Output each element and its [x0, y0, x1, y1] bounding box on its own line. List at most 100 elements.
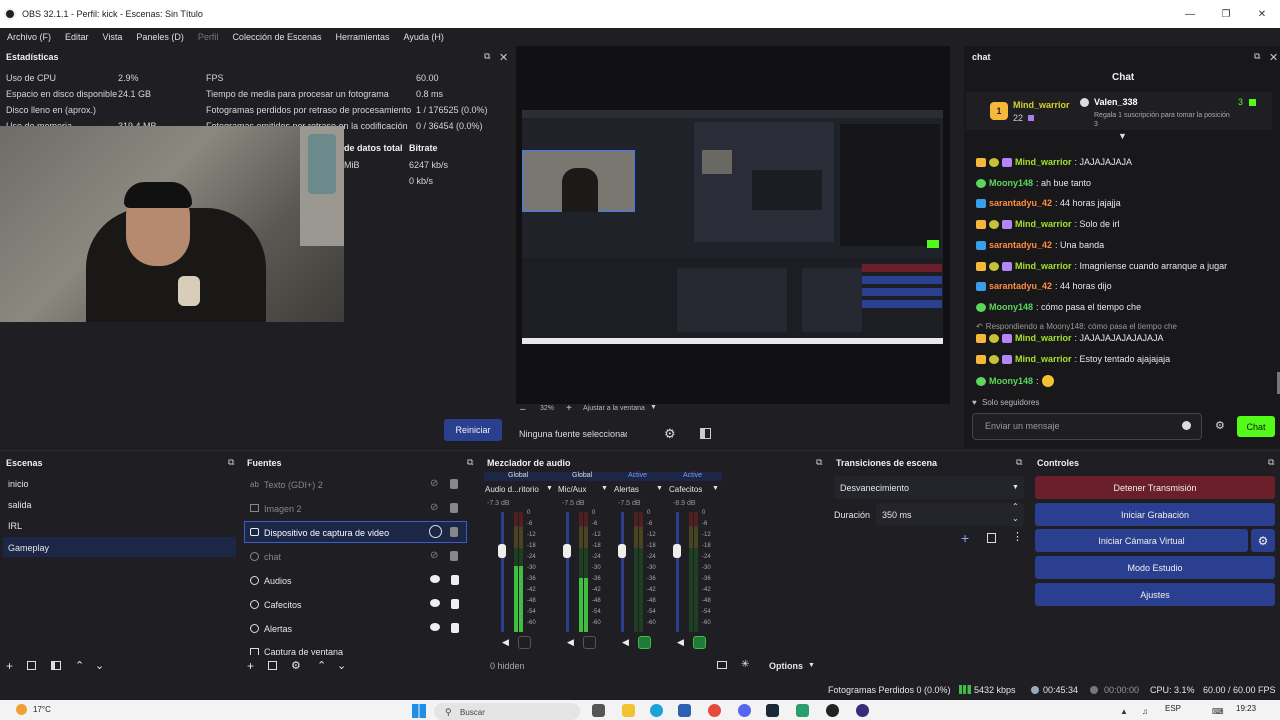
- language-indicator[interactable]: ESP: [1165, 704, 1181, 713]
- maximize-icon[interactable]: ❐: [1208, 0, 1244, 28]
- trash-icon[interactable]: [987, 533, 996, 543]
- close-dock-icon[interactable]: ✕: [499, 51, 508, 64]
- menu-perfil[interactable]: Perfil: [191, 32, 226, 42]
- lock-icon[interactable]: [450, 479, 458, 489]
- pinned-user1[interactable]: Mind_warrior: [1013, 100, 1070, 110]
- move-up-icon[interactable]: ⌃: [75, 659, 84, 672]
- lock-icon[interactable]: [451, 575, 459, 585]
- chevron-down-icon[interactable]: ▼: [808, 662, 815, 669]
- zoom-in-icon[interactable]: +: [566, 403, 572, 414]
- chat-username[interactable]: Moony148: [989, 178, 1033, 188]
- studio-mode-button[interactable]: Modo Estudio: [1035, 556, 1275, 579]
- fader-handle[interactable]: [498, 544, 506, 558]
- source-item[interactable]: Imagen 2: [264, 504, 302, 514]
- undock-icon[interactable]: ⧉: [1254, 51, 1260, 62]
- lock-icon[interactable]: [450, 551, 458, 561]
- taskbar-search[interactable]: [434, 703, 580, 720]
- chrome-icon[interactable]: [708, 704, 721, 717]
- chat-username[interactable]: Mind_warrior: [1015, 354, 1072, 364]
- menu-herramientas[interactable]: Herramientas: [329, 32, 397, 42]
- undock-icon[interactable]: ⧉: [228, 457, 234, 468]
- chat-username[interactable]: Mind_warrior: [1015, 219, 1072, 229]
- volume-fader[interactable]: [621, 512, 624, 632]
- volume-icon[interactable]: ♫: [1142, 707, 1148, 716]
- chat-settings-gear-icon[interactable]: ⚙: [1215, 419, 1225, 432]
- chevron-down-icon[interactable]: ▼: [656, 485, 663, 492]
- eye-visible-icon[interactable]: [430, 599, 440, 607]
- stop-stream-button[interactable]: Detener Transmisión: [1035, 476, 1275, 499]
- advanced-audio-icon[interactable]: ✳: [741, 659, 749, 670]
- file-explorer-icon[interactable]: [622, 704, 635, 717]
- app-icon[interactable]: [796, 704, 809, 717]
- undock-icon[interactable]: ⧉: [816, 457, 822, 468]
- lock-icon[interactable]: [450, 503, 458, 513]
- source-item[interactable]: Cafecitos: [264, 600, 302, 610]
- volume-fader[interactable]: [676, 512, 679, 632]
- menu-coleccion[interactable]: Colección de Escenas: [225, 32, 328, 42]
- monitor-headphone-icon[interactable]: [638, 636, 651, 649]
- source-item[interactable]: Texto (GDI+) 2: [264, 480, 323, 490]
- spin-down-icon[interactable]: ⌄: [1012, 514, 1019, 523]
- lock-icon[interactable]: [451, 599, 459, 609]
- chat-username[interactable]: Moony148: [989, 376, 1033, 386]
- undock-icon[interactable]: ⧉: [1016, 457, 1022, 468]
- undock-icon[interactable]: ⧉: [1268, 457, 1274, 468]
- chevron-down-icon[interactable]: ▼: [546, 485, 553, 492]
- move-up-icon[interactable]: ⌃: [317, 659, 326, 672]
- monitor-headphone-icon[interactable]: [583, 636, 596, 649]
- monitor-headphone-icon[interactable]: [518, 636, 531, 649]
- settings-button[interactable]: Ajustes: [1035, 583, 1275, 606]
- move-down-icon[interactable]: ⌄: [95, 659, 104, 672]
- menu-editar[interactable]: Editar: [58, 32, 96, 42]
- undock-icon[interactable]: ⧉: [467, 457, 473, 468]
- reset-button[interactable]: Reiniciar: [444, 419, 502, 441]
- obs-icon[interactable]: [826, 704, 839, 717]
- task-view-icon[interactable]: [592, 704, 605, 717]
- mute-speaker-icon[interactable]: ◀: [567, 637, 574, 648]
- chevron-down-icon[interactable]: ▼: [1012, 484, 1019, 491]
- add-transition-icon[interactable]: +: [961, 530, 969, 546]
- app-icon[interactable]: [856, 704, 869, 717]
- gear-icon[interactable]: ⚙: [291, 659, 301, 672]
- scene-item[interactable]: Gameplay: [8, 543, 49, 553]
- add-icon[interactable]: +: [247, 659, 254, 673]
- windows-start-icon[interactable]: [412, 704, 426, 718]
- chevron-down-icon[interactable]: ▼: [650, 404, 657, 411]
- source-item[interactable]: Dispositivo de captura de video: [264, 528, 389, 538]
- emote-icon[interactable]: [1182, 421, 1191, 430]
- add-icon[interactable]: +: [6, 659, 13, 673]
- chat-username[interactable]: sarantadyu_42: [989, 240, 1052, 250]
- mute-speaker-icon[interactable]: ◀: [622, 637, 629, 648]
- move-down-icon[interactable]: ⌄: [337, 659, 346, 672]
- filters-icon[interactable]: [700, 428, 711, 439]
- chat-username[interactable]: Mind_warrior: [1015, 333, 1072, 343]
- source-item[interactable]: Alertas: [264, 624, 292, 634]
- chat-send-button[interactable]: Chat: [1237, 416, 1275, 437]
- scene-item[interactable]: salida: [8, 500, 32, 510]
- chat-username[interactable]: Mind_warrior: [1015, 261, 1072, 271]
- lock-icon[interactable]: [450, 527, 458, 537]
- collapse-chevron-icon[interactable]: ▼: [1118, 131, 1127, 141]
- eye-visible-icon[interactable]: [430, 575, 440, 583]
- chat-username[interactable]: sarantadyu_42: [989, 198, 1052, 208]
- menu-paneles[interactable]: Paneles (D): [129, 32, 191, 42]
- properties-gear-icon[interactable]: ⚙: [664, 426, 676, 442]
- more-options-icon[interactable]: ⋮: [1012, 530, 1023, 543]
- chat-username[interactable]: Moony148: [989, 302, 1033, 312]
- spin-up-icon[interactable]: ⌃: [1012, 502, 1019, 511]
- lock-icon[interactable]: [451, 623, 459, 633]
- source-item[interactable]: Audios: [264, 576, 292, 586]
- start-recording-button[interactable]: Iniciar Grabación: [1035, 503, 1275, 526]
- mixer-options-button[interactable]: Options: [769, 661, 803, 671]
- virtual-camera-button[interactable]: Iniciar Cámara Virtual: [1035, 529, 1248, 552]
- mute-speaker-icon[interactable]: ◀: [502, 637, 509, 648]
- chevron-down-icon[interactable]: ▼: [601, 485, 608, 492]
- discord-icon[interactable]: [738, 704, 751, 717]
- layout-icon[interactable]: [717, 661, 727, 669]
- minimize-icon[interactable]: —: [1172, 0, 1208, 28]
- eye-hidden-icon[interactable]: ⊘: [430, 502, 438, 513]
- steam-icon[interactable]: [766, 704, 779, 717]
- trash-icon[interactable]: [27, 661, 36, 670]
- monitor-headphone-icon[interactable]: [693, 636, 706, 649]
- wifi-icon[interactable]: ▲: [1120, 707, 1128, 716]
